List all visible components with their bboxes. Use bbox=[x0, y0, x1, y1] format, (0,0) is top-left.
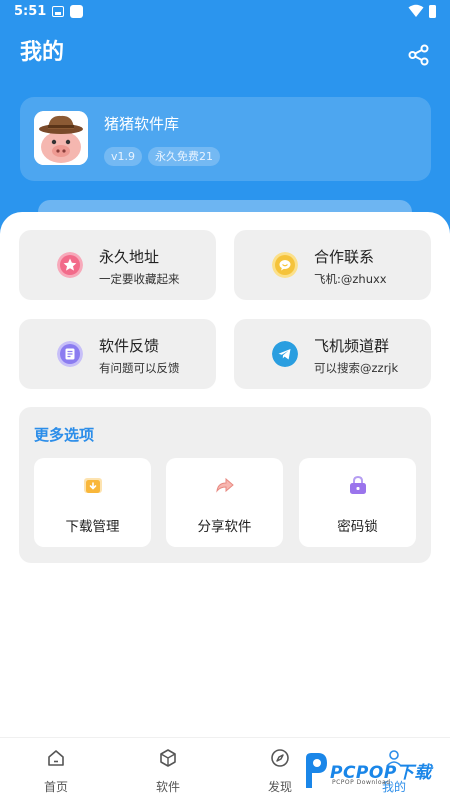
tile-contact[interactable]: 合作联系 飞机:@zhuxx bbox=[234, 230, 431, 300]
app-logo bbox=[34, 111, 88, 165]
tile-title: 合作联系 bbox=[314, 248, 375, 266]
tile-permanent-address[interactable]: 永久地址 一定要收藏起来 bbox=[19, 230, 216, 300]
nav-label: 软件 bbox=[155, 780, 180, 794]
option-label: 下载管理 bbox=[65, 519, 120, 535]
share-icon[interactable] bbox=[408, 44, 430, 66]
tile-subtitle: 飞机:@zhuxx bbox=[314, 272, 387, 286]
tile-title: 飞机频道群 bbox=[314, 337, 390, 355]
download-folder-icon bbox=[84, 478, 102, 493]
version-badge: v1.9 bbox=[104, 147, 143, 166]
image-notification-icon bbox=[52, 6, 64, 17]
more-options-title: 更多选项 bbox=[34, 426, 95, 444]
nav-label: 首页 bbox=[43, 780, 68, 794]
app-name: 猪猪软件库 bbox=[104, 115, 180, 133]
watermark-logo: PCPOP下载 PCPOP Download bbox=[300, 748, 445, 792]
feedback-icon bbox=[57, 341, 83, 367]
chat-icon bbox=[272, 252, 298, 278]
password-lock-button[interactable]: 密码锁 bbox=[299, 458, 416, 547]
tile-subtitle: 一定要收藏起来 bbox=[99, 272, 180, 286]
tile-title: 永久地址 bbox=[99, 248, 160, 266]
app-notification-icon bbox=[70, 5, 83, 18]
tile-telegram-channel[interactable]: 飞机频道群 可以搜索@zzrjk bbox=[234, 319, 431, 389]
telegram-icon bbox=[272, 341, 298, 367]
battery-icon bbox=[429, 5, 436, 18]
compass-icon bbox=[271, 749, 289, 767]
status-bar: 5:51 bbox=[0, 0, 450, 24]
share-app-button[interactable]: 分享软件 bbox=[166, 458, 283, 547]
option-label: 密码锁 bbox=[337, 519, 378, 535]
pcpop-logo-icon bbox=[306, 753, 327, 788]
nav-home[interactable]: 首页 bbox=[16, 738, 96, 800]
watermark-subtext: PCPOP Download bbox=[332, 779, 391, 786]
option-label: 分享软件 bbox=[197, 519, 252, 535]
download-manager-button[interactable]: 下载管理 bbox=[34, 458, 151, 547]
status-time: 5:51 bbox=[14, 4, 47, 19]
lock-icon bbox=[350, 475, 366, 494]
home-icon bbox=[48, 750, 64, 766]
tile-subtitle: 有问题可以反馈 bbox=[99, 361, 180, 375]
nav-software[interactable]: 软件 bbox=[128, 738, 208, 800]
page-title: 我的 bbox=[20, 40, 65, 65]
tile-subtitle: 可以搜索@zzrjk bbox=[314, 361, 399, 375]
license-badge: 永久免费21 bbox=[148, 147, 220, 166]
tile-title: 软件反馈 bbox=[99, 337, 160, 355]
star-icon bbox=[57, 252, 83, 278]
more-options-panel: 更多选项 下载管理 分享软件 密码锁 bbox=[19, 407, 431, 563]
app-info-card[interactable]: 猪猪软件库 v1.9 永久免费21 bbox=[20, 97, 431, 181]
wifi-icon bbox=[408, 4, 424, 17]
tile-feedback[interactable]: 软件反馈 有问题可以反馈 bbox=[19, 319, 216, 389]
share-arrow-icon bbox=[216, 477, 234, 493]
cube-icon bbox=[160, 749, 176, 767]
